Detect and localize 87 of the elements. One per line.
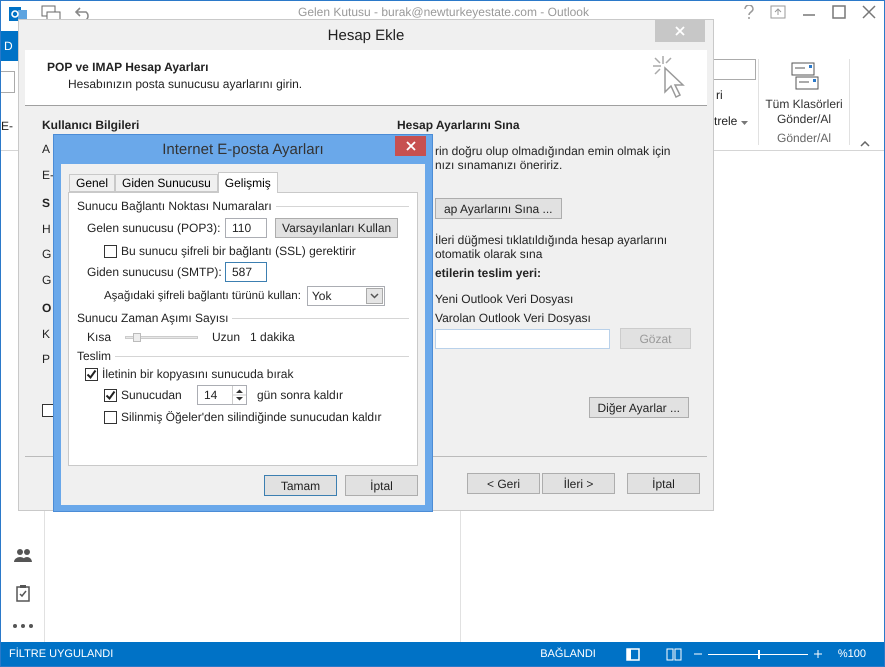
radio-label: Varolan Outlook Veri Dosyası <box>435 311 592 325</box>
checkbox[interactable] <box>104 388 117 402</box>
ribbon-display-icon[interactable] <box>770 5 786 19</box>
envelopes-icon <box>788 61 819 91</box>
radio-label: Yeni Outlook Veri Dosyası <box>435 292 574 306</box>
normal-view-icon[interactable] <box>626 648 640 660</box>
encryption-dropdown[interactable]: Yok <box>306 286 385 306</box>
dialog-button[interactable]: İleri > <box>542 473 615 494</box>
tab[interactable]: Gelişmiş <box>218 172 278 193</box>
checkbox[interactable] <box>104 410 117 424</box>
field-label: H <box>42 222 51 236</box>
checkbox-label: Silinmiş Öğeler'den silindiğinde sunucudan kaldır <box>121 410 382 424</box>
close-icon <box>675 26 685 36</box>
group-heading: Sunucu Zaman Aşımı Sayısı <box>77 311 228 325</box>
ribbon-label: E- <box>1 119 14 133</box>
field-label: Aşağıdaki şifreli bağlantı türünü kullan: <box>104 290 301 302</box>
section-heading: Kullanıcı Bilgileri <box>42 118 140 132</box>
people-icon[interactable] <box>14 548 32 562</box>
outgoing-port-field[interactable]: 587 <box>225 262 267 282</box>
group-heading: Teslim <box>77 349 112 363</box>
close-icon <box>406 141 416 151</box>
chevron-down-icon <box>370 293 379 299</box>
tab[interactable]: Genel <box>69 174 116 192</box>
filter-status: FİLTRE UYGULANDI <box>9 648 114 660</box>
file-tab[interactable]: D <box>1 31 18 61</box>
field-label: G <box>42 272 52 286</box>
dialog-button[interactable]: < Geri <box>467 473 540 494</box>
field-label: G <box>42 247 52 261</box>
checkbox-label: İleri düğmesi tıklatıldığında hesap ayarlarını <box>435 233 668 247</box>
field-label: gün sonra kaldır <box>257 388 344 402</box>
close-icon[interactable] <box>862 5 876 19</box>
dialog-title: Internet E-posta Ayarları <box>162 141 324 158</box>
zoom-in-icon[interactable] <box>814 650 822 658</box>
window-title: Gelen Kutusu - burak@newturkeyestate.com - Outlook <box>298 5 589 19</box>
description-text: nızı sınamanızı öneririz. <box>435 158 564 172</box>
group-label: Gönder/Al <box>776 131 832 145</box>
tab[interactable]: Giden Sunucusu <box>115 174 218 192</box>
timeout-value: 1 dakika <box>250 330 295 344</box>
section-heading: etilerin teslim yeri: <box>435 266 542 280</box>
field-label: E- <box>42 168 54 182</box>
checkbox-label: otomatik olarak sına <box>435 247 544 261</box>
dialog-subheading: Hesabınızın posta sunucusu ayarlarını girin. <box>67 77 302 91</box>
days-spinner[interactable]: 14 <box>197 385 247 405</box>
tasks-icon[interactable] <box>16 584 30 602</box>
send-receive-all-button[interactable]: Tüm Klasörleri Gönder/Al <box>765 61 843 127</box>
zoom-level[interactable]: %100 <box>838 648 866 660</box>
dialog-title: Hesap Ekle <box>328 26 404 44</box>
field-label: Gelen sunucusu (POP3): <box>87 221 217 235</box>
test-settings-button[interactable]: ap Ayarlarını Sına ... <box>435 198 562 219</box>
dialog-button[interactable]: İptal <box>627 473 700 494</box>
outlook-logo-icon <box>9 5 27 23</box>
checkbox[interactable] <box>85 368 98 380</box>
zoom-thumb[interactable] <box>758 650 760 658</box>
collapse-ribbon-icon[interactable] <box>860 141 870 147</box>
ribbon-label: ri <box>715 88 724 102</box>
description-text: rin doğru olup olmadığından emin olmak için <box>435 144 672 158</box>
filter-menu[interactable]: trele <box>714 114 758 128</box>
use-defaults-button[interactable]: Varsayılanları Kullan <box>275 218 398 238</box>
checkbox-label: Sunucudan <box>121 388 183 402</box>
more-settings-button[interactable]: Diğer Ayarlar ... <box>588 397 689 418</box>
checkbox[interactable] <box>104 244 117 258</box>
connection-status: BAĞLANDI <box>540 648 596 660</box>
incoming-port-field[interactable]: 110 <box>225 218 267 238</box>
more-icon[interactable] <box>12 624 32 628</box>
maximize-icon[interactable] <box>832 5 846 19</box>
slider-label: Kısa <box>87 330 112 344</box>
dialog-button[interactable]: Tamam <box>264 475 337 496</box>
reading-view-icon[interactable] <box>666 648 682 660</box>
field-label: O <box>42 301 52 315</box>
group-heading: Sunucu Bağlantı Noktası Numaraları <box>77 199 272 213</box>
slider-label: Uzun <box>212 330 240 344</box>
slider-thumb[interactable] <box>132 332 141 342</box>
checkbox-label: İletinin bir kopyasını sunucuda bırak <box>102 367 294 381</box>
cursor-icon <box>651 54 685 100</box>
checkbox-label: Bu sunucu şifreli bir bağlantı (SSL) gerektirir <box>121 244 356 258</box>
field-label: S <box>42 196 50 210</box>
file-path-field[interactable] <box>435 328 610 348</box>
close-button[interactable] <box>395 136 426 156</box>
dialog-heading: POP ve IMAP Hesap Ayarları <box>47 60 210 74</box>
dialog-button[interactable]: İptal <box>345 475 418 496</box>
help-icon[interactable] <box>744 5 754 19</box>
dropdown-caret-icon <box>740 121 748 125</box>
search-field[interactable] <box>1 71 15 93</box>
field-label: A <box>42 142 50 156</box>
section-heading: Hesap Ayarlarını Sına <box>397 118 521 132</box>
field-label: P <box>42 352 50 366</box>
field-label: K <box>42 326 50 340</box>
